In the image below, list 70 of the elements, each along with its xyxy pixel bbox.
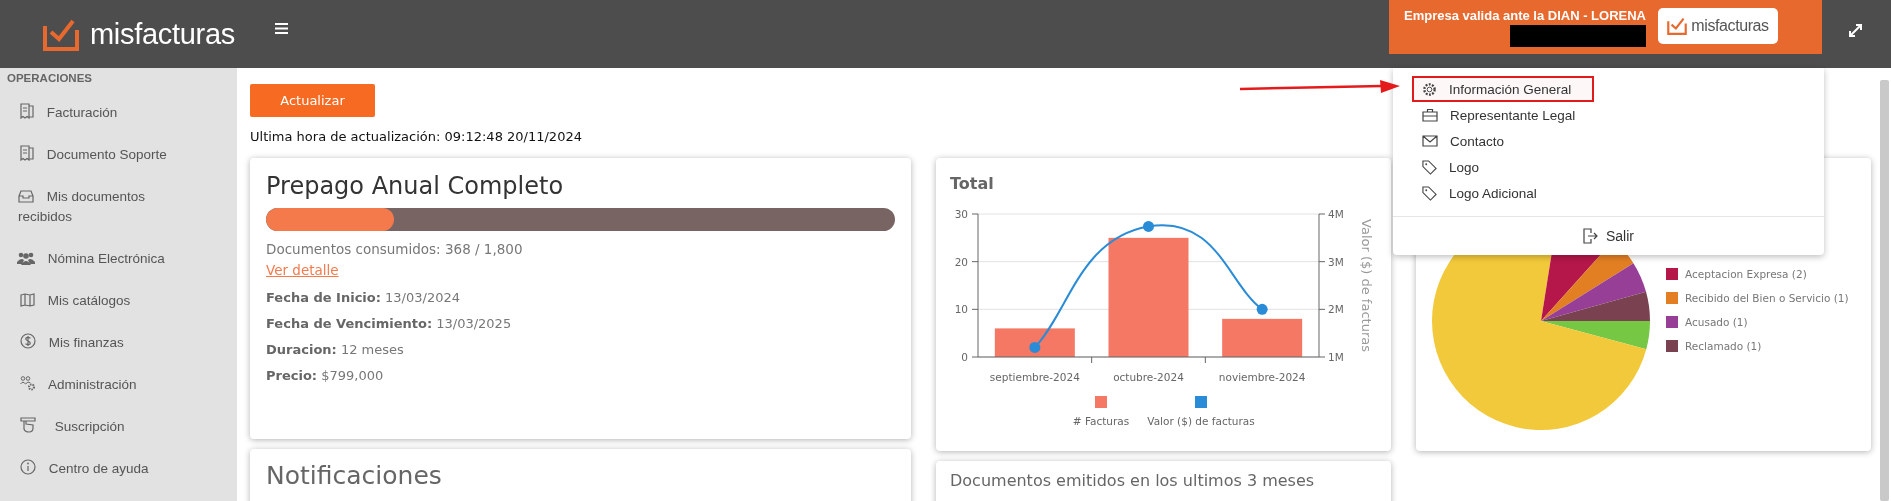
menu-item[interactable]: Contacto [1412,128,1594,154]
plan-field: Precio: $799,000 [266,368,895,383]
brand-name: misfacturas [90,18,235,51]
axis-tick-label: 4M [1328,208,1344,220]
sidebar-item[interactable]: Documento Soporte [0,134,190,176]
axis-tick-label: 0 [961,351,968,363]
legend-label: Recibido del Bien o Servicio (1) [1685,292,1849,304]
menu-item[interactable]: Información General [1412,76,1594,102]
sidebar-item[interactable]: Centro de ayuda [0,448,190,490]
tag-icon [1422,185,1437,201]
expand-icon[interactable] [1849,24,1862,37]
axis-tick-label: 3M [1328,255,1344,268]
users-icon [17,252,35,265]
logout-item[interactable]: Salir [1583,228,1634,244]
envelope-icon [1422,135,1438,147]
sidebar-item[interactable]: Mis catálogos [0,280,190,322]
category-label: octubre-2024 [1113,371,1184,383]
card-title: Notificaciones [266,461,443,490]
category-label: septiembre-2024 [989,371,1080,383]
axis-tick-label: 20 [954,255,968,268]
card-title: Documentos emitidos en los ultimos 3 meses [950,471,1316,490]
checkbox-logo-icon [43,18,79,51]
documents-consumed-text: Documentos consumidos: 368 / 1,800 [266,241,524,257]
sidebar-item[interactable]: Facturación [0,92,190,134]
checkbox-logo-icon [1667,17,1688,35]
plan-field: Fecha de Vencimiento: 13/03/2025 [266,316,895,331]
inbox-icon [18,190,34,203]
last-update-text: Ultima hora de actualización: 09:12:48 20/11/2024 [250,129,582,144]
menu-icon[interactable] [274,23,288,34]
menu-item[interactable]: Logo [1412,154,1594,180]
info-icon [20,459,36,475]
receipt-icon [20,145,34,161]
company-status-text: Empresa valida ante la DIAN - LORENA [1404,8,1646,23]
data-point [1029,341,1041,353]
plan-field: Fecha de Inicio: 13/03/2024 [266,290,895,305]
map-icon [20,293,35,307]
legend-label: # Facturas [1072,415,1130,427]
data-point [1256,303,1268,315]
plan-title: Prepago Anual Completo [266,172,565,200]
sidebar-item[interactable]: Administración [0,364,190,406]
legend-label: Reclamado (1) [1685,340,1762,352]
dollar-circle-icon [20,333,36,349]
chart-title: Total [949,173,995,195]
sidebar-item[interactable]: Mis documentos recibidos [0,176,188,238]
logout-icon [1583,228,1598,244]
legend-label: Acusado (1) [1685,316,1748,328]
legend-label: Aceptacion Expresa (2) [1685,268,1807,280]
axis-tick-label: 10 [954,303,968,316]
gear-icon [1422,81,1437,97]
sidebar-item[interactable]: Suscripción [0,406,190,448]
axis-tick-label: 30 [954,208,968,220]
brand-name: misfacturas [1691,17,1769,35]
plan-field: Duracion: 12 meses [266,342,895,357]
people-gear-icon [20,376,36,391]
sidebar-item[interactable]: Nómina Electrónica [0,238,187,280]
company-banner[interactable]: Empresa valida ante la DIAN - LORENA misfacturas [1389,0,1822,54]
legend-label: Valor ($) de facturas [1147,415,1255,427]
axis-tick-label: 1M [1328,351,1344,363]
axis-title: Valor ($) de facturas [1359,219,1374,352]
section-title: OPERACIONES [6,72,93,84]
receipt-icon [20,103,34,119]
menu-item[interactable]: Representante Legal [1412,102,1594,128]
briefcase-icon [1422,108,1438,122]
scrollbar[interactable] [1880,80,1889,501]
axis-tick-label: 2M [1328,303,1344,316]
tag-icon [1422,159,1437,175]
data-point [1143,220,1154,232]
menu-item[interactable]: Logo Adicional [1412,180,1594,206]
sidebar-item[interactable]: Mis finanzas [0,322,190,364]
category-label: noviembre-2024 [1218,371,1306,383]
